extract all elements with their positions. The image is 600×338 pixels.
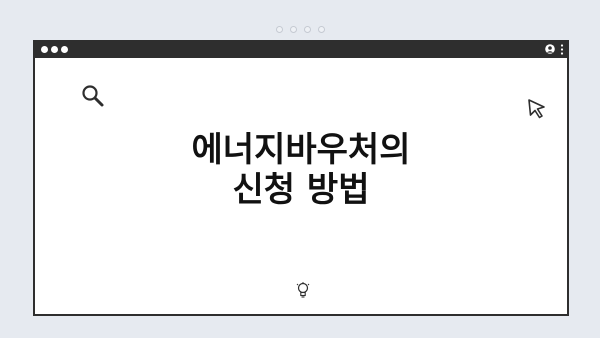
- window-control-dot[interactable]: [41, 46, 48, 53]
- slide-title-line1: 에너지바우처의: [191, 130, 411, 170]
- window-control-dot[interactable]: [51, 46, 58, 53]
- slide-title-line2: 신청 방법: [232, 170, 370, 210]
- pager-dot: [289, 26, 297, 33]
- pager-dot: [317, 26, 325, 33]
- pager-dots: [0, 26, 600, 33]
- search-icon[interactable]: [81, 84, 105, 108]
- window-titlebar: [35, 42, 567, 58]
- window-control-dot[interactable]: [61, 46, 68, 53]
- kebab-menu-icon[interactable]: [560, 44, 564, 55]
- pager-dot: [303, 26, 311, 33]
- lightbulb-icon: [296, 282, 310, 298]
- page-background: 에너지바우처의 신청 방법: [0, 0, 600, 338]
- pager-dot: [275, 26, 283, 33]
- user-icon[interactable]: [545, 44, 555, 54]
- slide-title: 에너지바우처의 신청 방법: [35, 130, 567, 210]
- browser-window: 에너지바우처의 신청 방법: [33, 40, 569, 316]
- cursor-icon: [528, 99, 545, 119]
